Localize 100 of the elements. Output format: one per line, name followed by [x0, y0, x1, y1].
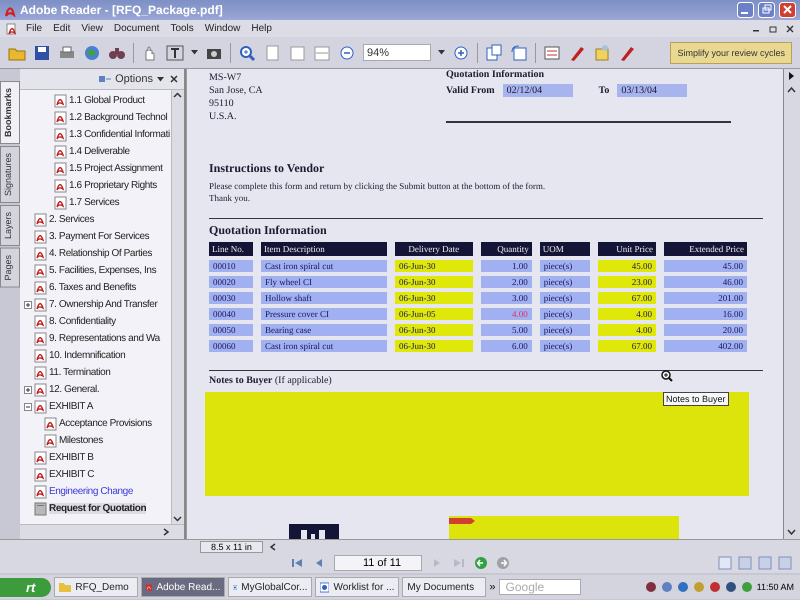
bookmark-item[interactable]: EXHIBIT C	[49, 469, 94, 480]
bookmark-item[interactable]: 1.2 Background Technol	[69, 112, 168, 123]
table-cell[interactable]: 6.00	[480, 340, 532, 352]
bookmark-item[interactable]: 3. Payment For Services	[49, 231, 150, 242]
menu-item[interactable]: View	[80, 23, 104, 34]
sidebar-tab[interactable]: Signatures	[0, 146, 20, 204]
zoom-field[interactable]: 94%	[363, 44, 431, 61]
bookmark-item[interactable]: 2. Services	[49, 214, 94, 225]
taskbar-button[interactable]: RFQ_Demo	[54, 577, 138, 597]
table-cell[interactable]: piece(s)	[540, 308, 590, 320]
table-cell[interactable]: 67.00	[598, 292, 656, 304]
bookmark-item[interactable]: Acceptance Provisions	[59, 418, 152, 429]
zoom-in-icon[interactable]	[452, 44, 470, 62]
bookmark-item[interactable]: EXHIBIT A	[49, 401, 94, 412]
bookmark-item[interactable]: 1.1 Global Product	[69, 95, 145, 106]
bookmark-item[interactable]: 9. Representations and Wa	[49, 333, 160, 344]
bookmark-item[interactable]: 6. Taxes and Benefits	[49, 282, 136, 293]
bookmark-item[interactable]: 1.7 Services	[69, 197, 120, 208]
fit-page-icon[interactable]	[288, 44, 306, 62]
scroll-left-icon[interactable]	[268, 542, 277, 552]
scroll-right-icon[interactable]	[162, 527, 170, 537]
menu-item[interactable]: Window	[204, 23, 242, 34]
back-icon[interactable]	[474, 556, 488, 570]
table-cell[interactable]: piece(s)	[540, 292, 590, 304]
restore-icon[interactable]	[769, 24, 777, 32]
text-select-icon[interactable]	[166, 44, 184, 62]
menu-item[interactable]: Tools	[169, 23, 195, 34]
table-cell[interactable]: Fly wheel CI	[261, 276, 387, 288]
table-cell[interactable]: 00060	[209, 340, 253, 352]
expand-icon[interactable]	[24, 386, 32, 394]
bookmark-item[interactable]: 10. Indemnification	[49, 350, 126, 361]
collapse-icon[interactable]	[24, 402, 32, 410]
rotate-icon[interactable]	[510, 44, 528, 62]
menu-item[interactable]: Edit	[52, 23, 72, 34]
bookmark-item[interactable]: EXHIBIT B	[49, 452, 94, 463]
close-icon[interactable]	[786, 24, 794, 32]
bookmark-item[interactable]: 1.4 Deliverable	[69, 146, 130, 157]
table-cell[interactable]: 00020	[209, 276, 253, 288]
table-cell[interactable]: 00010	[209, 260, 253, 272]
table-cell[interactable]: 00030	[209, 292, 253, 304]
bookmark-item[interactable]: 8. Confidentiality	[49, 316, 116, 327]
table-cell[interactable]: 5.00	[480, 324, 532, 336]
sidebar-tab[interactable]: Layers	[0, 205, 20, 246]
bookmark-item[interactable]: 11. Termination	[49, 367, 110, 378]
more-button[interactable]: »	[489, 581, 496, 593]
table-cell[interactable]: 06-Jun-30	[395, 340, 473, 352]
bookmark-item[interactable]: 1.3 Confidential Informati	[69, 129, 170, 140]
bookmark-item[interactable]: 1.5 Project Assignment	[69, 163, 162, 174]
table-cell[interactable]: 20.00	[664, 324, 747, 336]
date-field[interactable]: 03/13/04	[617, 84, 688, 97]
promo-button[interactable]: Simplify your review cycles	[670, 42, 792, 64]
pages-icon[interactable]	[485, 44, 503, 62]
table-cell[interactable]: 23.00	[598, 276, 656, 288]
table-cell[interactable]: 1.00	[480, 260, 532, 272]
table-cell[interactable]: 46.00	[664, 276, 747, 288]
bookmark-item[interactable]: 12. General.	[49, 384, 100, 395]
options-button[interactable]: Options	[99, 73, 164, 85]
first-page-icon[interactable]	[290, 556, 304, 570]
table-cell[interactable]: Bearing case	[261, 324, 387, 336]
table-cell[interactable]: piece(s)	[540, 324, 590, 336]
fit-width-icon[interactable]	[313, 44, 331, 62]
table-cell[interactable]: 3.00	[480, 292, 532, 304]
sticky-note-icon[interactable]	[593, 44, 611, 62]
table-cell[interactable]: 2.00	[480, 276, 532, 288]
taskbar-button[interactable]: Adobe Read...	[141, 577, 226, 597]
table-cell[interactable]: 402.00	[664, 340, 747, 352]
close-icon[interactable]	[170, 75, 178, 83]
table-cell[interactable]: 4.00	[598, 308, 656, 320]
zoom-in-icon[interactable]	[238, 44, 256, 62]
table-cell[interactable]: 45.00	[598, 260, 656, 272]
caret-icon[interactable]	[191, 50, 198, 55]
single-page-icon[interactable]	[718, 556, 732, 570]
bookmark-item[interactable]: 5. Facilities, Expenses, Ins	[49, 265, 156, 276]
menu-item[interactable]: Document	[112, 23, 160, 34]
taskbar-button[interactable]: Worklist for ...	[315, 577, 400, 597]
table-cell[interactable]: 00040	[209, 308, 253, 320]
bookmark-item[interactable]: Engineering Change	[49, 486, 133, 497]
menu-item[interactable]: File	[25, 23, 44, 34]
table-cell[interactable]: 16.00	[664, 308, 747, 320]
taskbar-button[interactable]: MyGlobalCor...	[228, 577, 312, 597]
table-cell[interactable]: piece(s)	[540, 340, 590, 352]
table-cell[interactable]: 06-Jun-30	[395, 260, 473, 272]
bookmark-item[interactable]: Milestones	[59, 435, 103, 446]
table-cell[interactable]: piece(s)	[540, 260, 590, 272]
bookmark-item[interactable]: 4. Relationship Of Parties	[49, 248, 152, 259]
table-cell[interactable]: Hollow shaft	[261, 292, 387, 304]
table-cell[interactable]: 06-Jun-05	[395, 308, 473, 320]
sidebar-tab[interactable]: Bookmarks	[0, 81, 20, 144]
page-number-field[interactable]: 11 of 11	[334, 555, 422, 571]
table-cell[interactable]: Pressure cover CI	[261, 308, 387, 320]
zoom-out-icon[interactable]	[338, 44, 356, 62]
table-cell[interactable]: 67.00	[598, 340, 656, 352]
table-cell[interactable]: 06-Jun-30	[395, 276, 473, 288]
bookmark-item[interactable]: 7. Ownership And Transfer	[49, 299, 158, 310]
forward-icon[interactable]	[496, 556, 510, 570]
table-cell[interactable]: 06-Jun-30	[395, 324, 473, 336]
table-cell[interactable]: 45.00	[664, 260, 747, 272]
bookmark-item[interactable]: Request for Quotation	[49, 503, 146, 514]
menu-item[interactable]: Help	[250, 23, 273, 34]
table-cell[interactable]: 201.00	[664, 292, 747, 304]
